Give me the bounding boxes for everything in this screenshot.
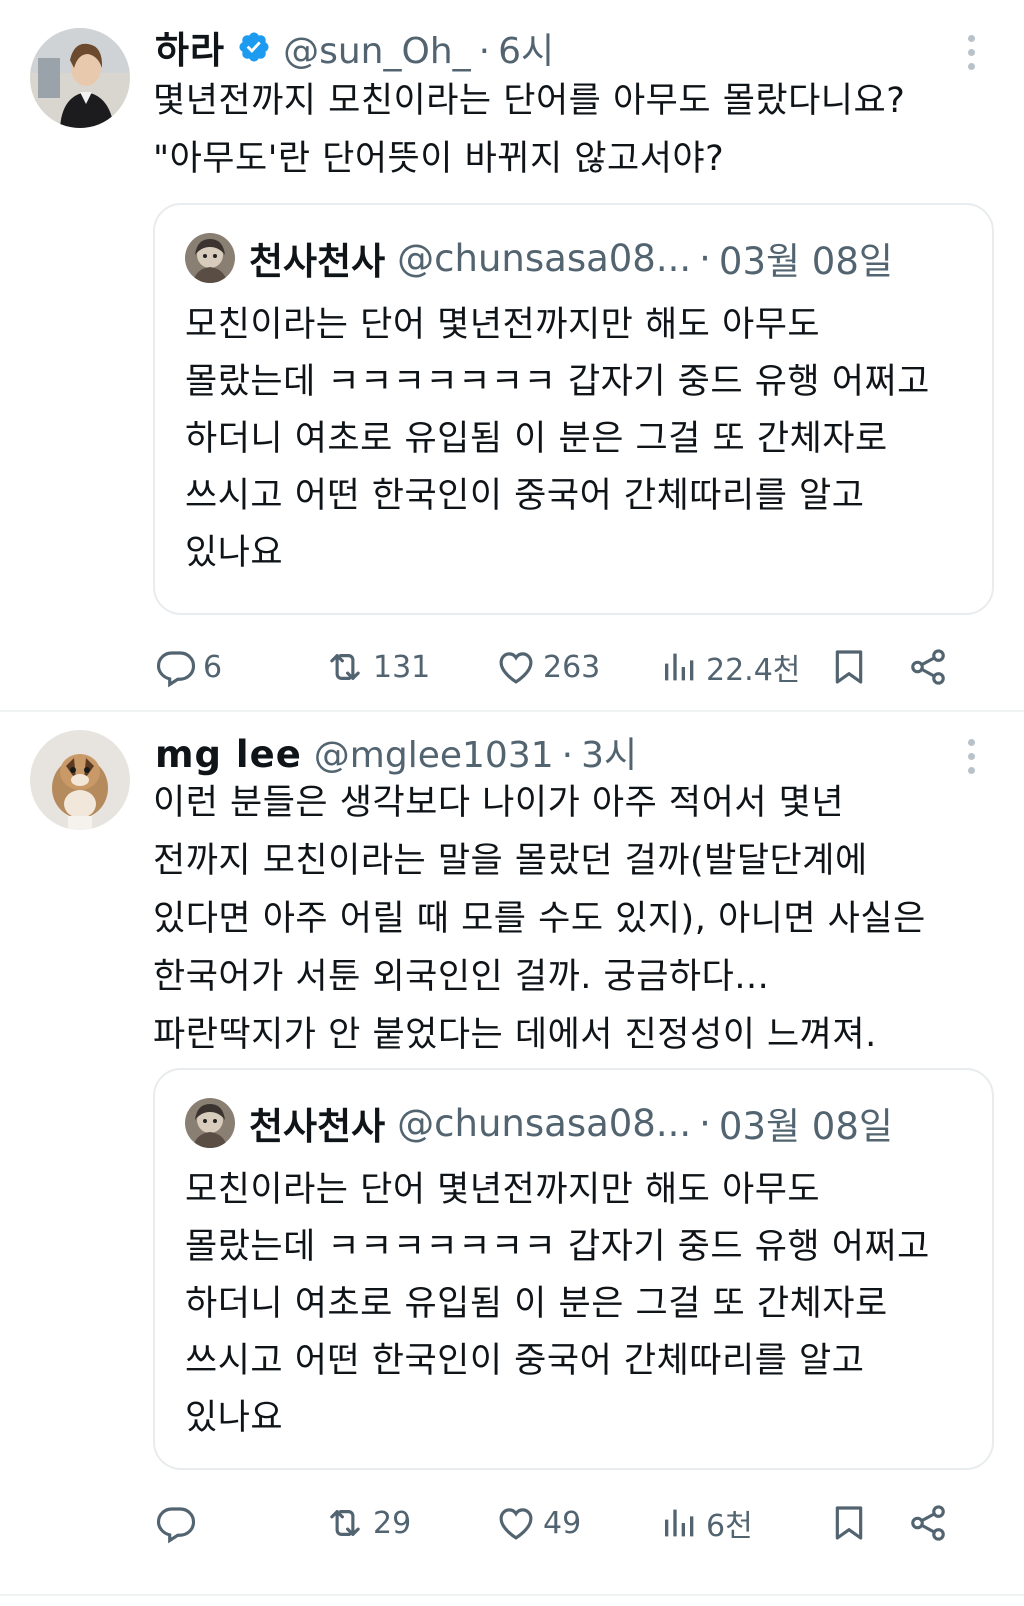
retweet-button[interactable]: 29 — [323, 1498, 411, 1548]
timestamp[interactable]: 3시 — [581, 726, 637, 778]
retweet-count: 29 — [373, 1505, 412, 1541]
verified-badge-icon[interactable] — [237, 30, 271, 64]
views-button[interactable]: 22.4천 — [660, 642, 800, 692]
tweet[interactable]: mg lee @mglee1031 · 3시 이런 분들은 생각보다 나이가 아… — [0, 712, 1024, 1600]
more-options-icon[interactable] — [966, 739, 976, 774]
tweet-header: 하라 @sun_Oh_ · 6시 — [155, 20, 554, 74]
tweet-actions: 29 49 6천 — [155, 1498, 975, 1548]
tweet[interactable]: 하라 @sun_Oh_ · 6시 몇년전까지 모친이라는 단어를 아무도 몰랐다… — [0, 0, 1024, 712]
tweet-divider — [0, 1594, 1024, 1596]
retweet-count: 131 — [373, 649, 431, 685]
bookmark-button[interactable] — [829, 642, 869, 692]
retweet-button[interactable]: 131 — [323, 642, 430, 692]
reply-icon — [156, 651, 196, 688]
bookmark-button[interactable] — [829, 1498, 869, 1548]
avatar[interactable] — [30, 28, 130, 128]
quoted-avatar — [185, 1098, 235, 1148]
reply-icon — [156, 1507, 196, 1544]
quoted-handle: @chunsasa08... — [397, 236, 692, 280]
tweet-text: 이런 분들은 생각보다 나이가 아주 적어서 몇년 전까지 모친이라는 말을 몰… — [153, 783, 926, 1055]
handle[interactable]: @sun_Oh_ — [283, 31, 471, 72]
quoted-tweet[interactable]: 천사천사 @chunsasa08... · 03월 08일 모친이라는 단어 몇… — [153, 203, 994, 615]
share-button[interactable] — [907, 642, 949, 692]
quoted-tweet[interactable]: 천사천사 @chunsasa08... · 03월 08일 모친이라는 단어 몇… — [153, 1068, 994, 1470]
like-button[interactable]: 263 — [495, 642, 600, 692]
share-icon — [911, 649, 945, 685]
separator-dot: · — [699, 236, 711, 280]
avatar-photo-character — [185, 1098, 235, 1148]
handle[interactable]: @mglee1031 — [314, 735, 554, 776]
reply-count: 6 — [203, 649, 223, 685]
heart-icon — [499, 1508, 533, 1540]
share-icon — [911, 1505, 945, 1541]
display-name[interactable]: mg lee — [155, 733, 302, 776]
bookmark-icon — [835, 650, 863, 684]
like-count: 49 — [543, 1505, 582, 1541]
avatar-photo-chipmunk — [30, 730, 130, 830]
separator-dot: · — [478, 31, 491, 72]
retweet-icon — [330, 654, 360, 680]
more-options-icon[interactable] — [966, 35, 976, 70]
like-button[interactable]: 49 — [495, 1498, 581, 1548]
views-icon — [665, 1509, 694, 1537]
separator-dot: · — [561, 735, 574, 776]
heart-icon — [499, 652, 533, 684]
timestamp[interactable]: 6시 — [498, 22, 554, 74]
tweet-header: mg lee @mglee1031 · 3시 — [155, 726, 637, 778]
reply-button[interactable]: 6 — [155, 642, 222, 692]
views-count: 6천 — [706, 1509, 753, 1544]
quoted-timestamp: 03월 08일 — [718, 1105, 893, 1148]
avatar[interactable] — [30, 730, 130, 830]
display-name[interactable]: 하라 — [155, 20, 225, 74]
quoted-tweet-text: 모친이라는 단어 몇년전까지만 해도 아무도 몰랐는데 ㅋㅋㅋㅋㅋㅋㅋ 갑자기 … — [185, 305, 930, 573]
quoted-tweet-header: 천사천사 @chunsasa08... · 03월 08일 — [185, 1096, 893, 1150]
quoted-avatar — [185, 233, 235, 283]
retweet-icon — [330, 1510, 360, 1536]
quoted-timestamp: 03월 08일 — [718, 240, 893, 283]
avatar-photo-character — [185, 233, 235, 283]
views-count: 22.4천 — [706, 653, 801, 688]
bookmark-icon — [835, 1506, 863, 1540]
tweet-actions: 6 131 263 22.4천 — [155, 642, 975, 692]
reply-button[interactable] — [155, 1498, 203, 1548]
quoted-display-name: 천사천사 — [249, 240, 386, 283]
views-button[interactable]: 6천 — [660, 1498, 753, 1548]
avatar-photo-woman — [30, 28, 130, 128]
views-icon — [665, 653, 694, 681]
like-count: 263 — [543, 649, 601, 685]
quoted-tweet-text: 모친이라는 단어 몇년전까지만 해도 아무도 몰랐는데 ㅋㅋㅋㅋㅋㅋㅋ 갑자기 … — [185, 1170, 930, 1438]
separator-dot: · — [699, 1101, 711, 1145]
quoted-tweet-header: 천사천사 @chunsasa08... · 03월 08일 — [185, 231, 893, 285]
quoted-handle: @chunsasa08... — [397, 1101, 692, 1145]
tweet-text: 몇년전까지 모친이라는 단어를 아무도 몰랐다니요? "아무도'란 단어뜻이 바… — [153, 81, 906, 179]
share-button[interactable] — [907, 1498, 949, 1548]
quoted-display-name: 천사천사 — [249, 1105, 386, 1148]
